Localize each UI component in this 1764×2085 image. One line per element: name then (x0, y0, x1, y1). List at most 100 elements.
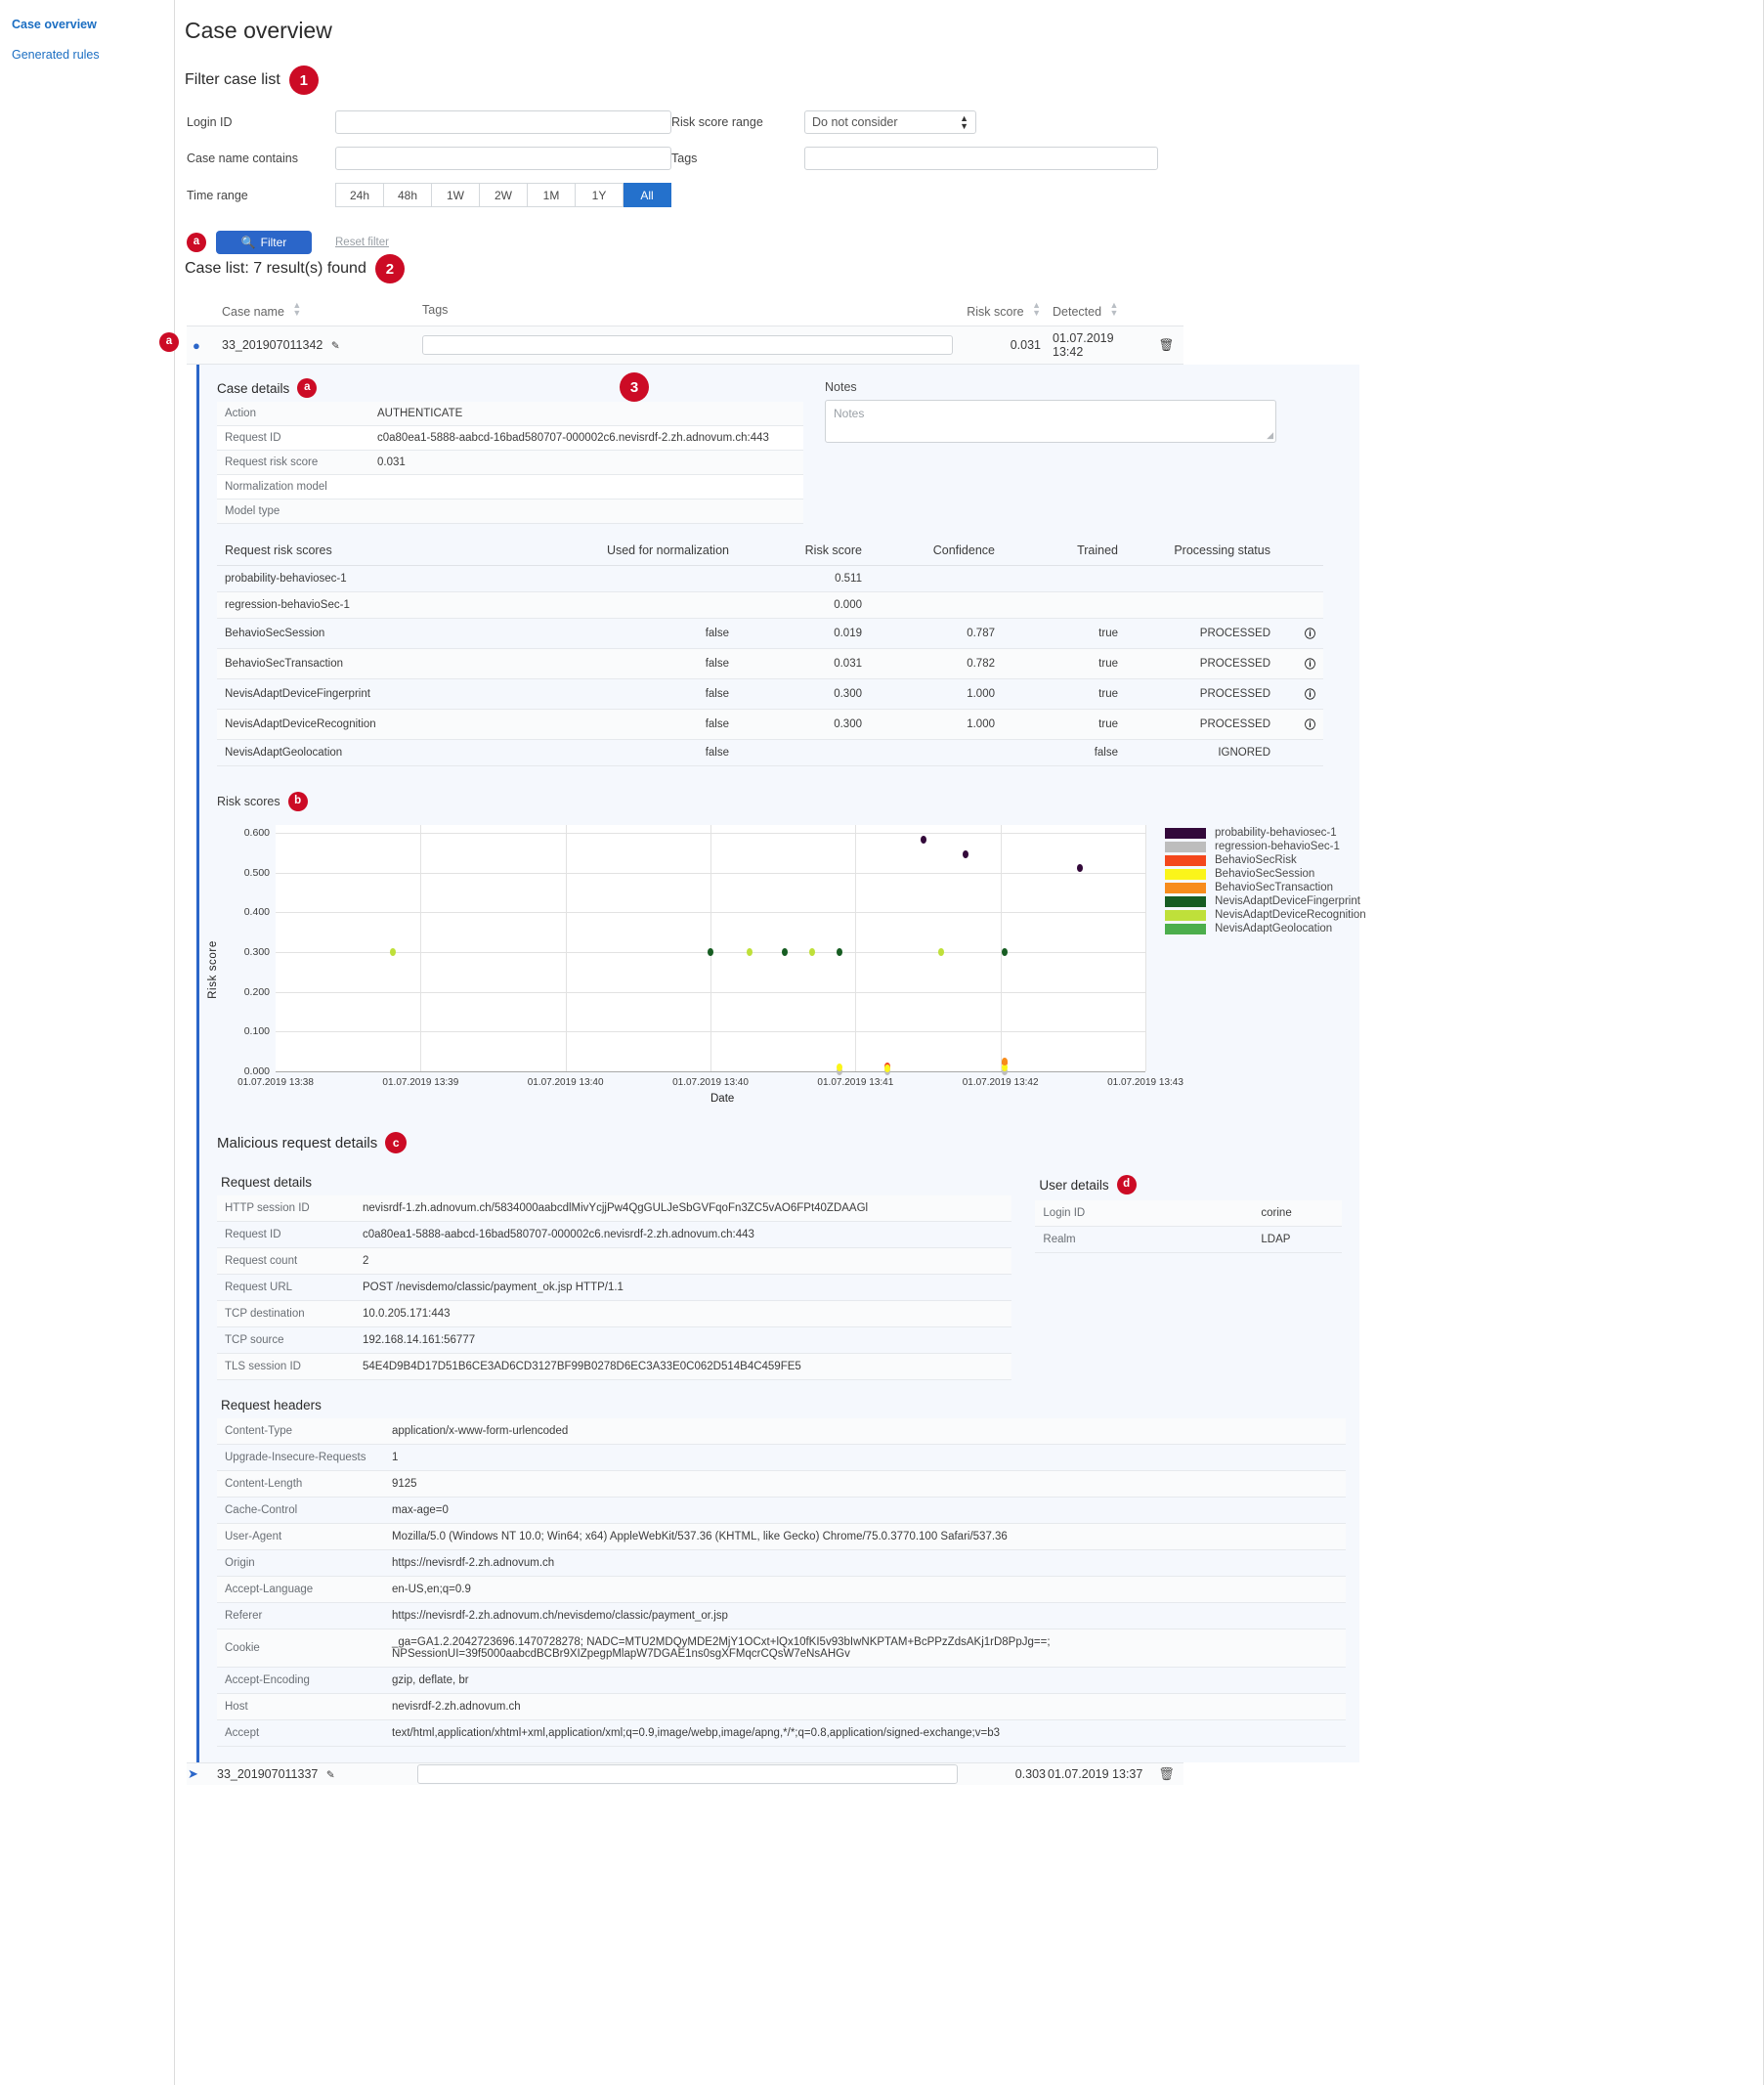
detail-key: TLS session ID (217, 1353, 355, 1380)
request-details-title: Request details (221, 1175, 313, 1190)
login-id-input[interactable] (335, 110, 671, 134)
edit-pencil-icon[interactable]: ✎ (326, 1769, 335, 1781)
legend-item[interactable]: NevisAdaptDeviceFingerprint (1165, 895, 1366, 907)
annotation-badge-3: 3 (620, 372, 649, 402)
case-detected: 01.07.2019 13:37 (1048, 1767, 1143, 1781)
detail-row: Accept-Language en-US,en;q=0.9 (217, 1576, 1346, 1603)
row-expander-cell[interactable]: a ● (159, 326, 216, 365)
row-expander-cell[interactable]: ➤ (187, 1763, 216, 1786)
filter-section-title: Filter case list 1 (185, 65, 1763, 95)
legend-swatch (1165, 841, 1206, 852)
detail-value: 2 (355, 1247, 1012, 1275)
detail-key: Model type (217, 499, 369, 524)
col-detected[interactable]: Detected ▲ ▼ (1047, 299, 1149, 326)
time-range-option-1m[interactable]: 1M (528, 183, 576, 207)
legend-item[interactable]: probability-behaviosec-1 (1165, 827, 1366, 839)
chart-point (937, 948, 944, 957)
case-name-text: 33_201907011342 (222, 338, 323, 352)
time-range-option-1w[interactable]: 1W (432, 183, 480, 207)
table-row[interactable]: ➤ 33_201907011337 ✎ 0.303 01.07.2019 13:… (187, 1762, 1183, 1786)
col-risk-score[interactable]: Risk score ▲ ▼ (959, 299, 1047, 326)
case-name-input[interactable] (335, 147, 671, 170)
detail-key: Accept-Language (217, 1576, 384, 1603)
edit-pencil-icon[interactable]: ✎ (331, 340, 340, 352)
legend-item[interactable]: BehavioSecTransaction (1165, 882, 1366, 893)
chart-point (1077, 864, 1084, 873)
resize-grip-icon[interactable]: ◢ (1267, 430, 1273, 441)
detail-key: Accept (217, 1719, 384, 1747)
user-details-table: Login ID corine Realm LDAP (1035, 1200, 1342, 1253)
chart-point (921, 836, 927, 845)
time-range-option-24h[interactable]: 24h (335, 183, 384, 207)
legend-item[interactable]: regression-behavioSec-1 (1165, 841, 1366, 852)
x-axis-tick: 01.07.2019 13:43 (1107, 1077, 1183, 1088)
malicious-title: Malicious request details c (217, 1132, 1342, 1153)
chart-plot-area: 0.000 0.100 0.200 0.300 0.400 0.500 0.600 01.07… (237, 825, 1183, 1088)
detail-value: gzip, deflate, br (384, 1667, 1346, 1694)
legend-item[interactable]: BehavioSecRisk (1165, 854, 1366, 866)
app-root: Case overview Generated rules Case overv… (0, 0, 1764, 2085)
tags-filter-input[interactable] (804, 147, 1158, 170)
info-icon[interactable]: ⓘ (1278, 709, 1323, 740)
notes-textarea[interactable]: Notes ◢ (825, 400, 1276, 443)
delete-case-icon[interactable]: 🗑 (1149, 1763, 1183, 1786)
info-icon[interactable]: ⓘ (1278, 648, 1323, 679)
chart-y-axis-label: Risk score (207, 940, 219, 999)
risk-score-range-select[interactable]: Do not consider ▲ ▼ (804, 110, 976, 134)
sort-icon[interactable]: ▲ ▼ (292, 301, 301, 318)
chevron-right-icon[interactable]: ➤ (188, 1766, 198, 1781)
sidebar-item-case-overview[interactable]: Case overview (12, 18, 174, 31)
detail-key: HTTP session ID (217, 1195, 355, 1222)
risk-col-4: Trained (1003, 540, 1126, 566)
y-axis-tick: 0.100 (243, 1025, 270, 1038)
request-risk-scores-table: Request risk scores Used for normalizatio… (217, 540, 1323, 766)
detail-value: 0.031 (369, 450, 803, 475)
chart-legend: probability-behaviosec-1 regression-behav… (1165, 827, 1366, 936)
case-tags-input[interactable] (417, 1764, 958, 1784)
legend-item[interactable]: NevisAdaptGeolocation (1165, 923, 1366, 934)
y-axis-tick: 0.000 (243, 1065, 270, 1077)
risk-cell-5: PROCESSED (1126, 678, 1278, 710)
filter-button[interactable]: 🔍 Filter (216, 231, 312, 254)
legend-item[interactable]: NevisAdaptDeviceRecognition (1165, 909, 1366, 921)
detail-value: 1 (384, 1444, 1346, 1471)
notes-placeholder: Notes (834, 407, 865, 420)
risk-cell-1: false (526, 678, 737, 710)
case-list-header-row: Case name ▲ ▼ Tags Risk score ▲ ▼ Detected… (187, 299, 1183, 326)
sidebar-item-generated-rules[interactable]: Generated rules (12, 48, 174, 62)
risk-scores-header-row: Request risk scores Used for normalizatio… (217, 540, 1323, 566)
gridline-v (855, 825, 857, 1071)
delete-case-icon[interactable]: 🗑 (1149, 326, 1183, 365)
reset-filter-link[interactable]: Reset filter (335, 237, 389, 248)
risk-cell-2: 0.300 (737, 678, 870, 710)
detail-row: Referer https://nevisrdf-2.zh.adnovum.ch/… (217, 1602, 1346, 1629)
time-range-option-all[interactable]: All (624, 183, 671, 207)
gridline-v (1000, 825, 1002, 1071)
detail-key: TCP source (217, 1326, 355, 1354)
info-icon[interactable]: ⓘ (1278, 618, 1323, 649)
case-details-table: Action AUTHENTICATE Request ID c0a80ea1-588… (217, 402, 803, 524)
login-id-label: Login ID (187, 115, 233, 129)
annotation-badge-a-row: a (159, 332, 179, 352)
col-case-name[interactable]: Case name ▲ ▼ (216, 299, 416, 326)
tags-filter-label: Tags (671, 152, 698, 165)
table-row[interactable]: a ● 33_201907011342 ✎ 0.031 01.07.2019 1… (159, 326, 1183, 365)
chart-point (781, 948, 788, 957)
chevron-down-icon[interactable]: ● (193, 338, 200, 353)
col-actions (1149, 299, 1183, 326)
sort-icon[interactable]: ▲ ▼ (1032, 301, 1041, 318)
page-title: Case overview (185, 18, 332, 43)
time-range-option-48h[interactable]: 48h (384, 183, 432, 207)
detail-row: HTTP session ID nevisrdf-1.zh.adnovum.ch/… (217, 1195, 1012, 1222)
time-range-option-2w[interactable]: 2W (480, 183, 528, 207)
legend-item[interactable]: BehavioSecSession (1165, 868, 1366, 880)
detail-key: Accept-Encoding (217, 1667, 384, 1694)
time-range-segmented-control[interactable]: 24h 48h 1W 2W 1M 1Y All (335, 183, 671, 207)
case-name-text: 33_201907011337 (217, 1767, 319, 1781)
time-range-option-1y[interactable]: 1Y (576, 183, 624, 207)
info-icon[interactable]: ⓘ (1278, 678, 1323, 710)
detail-value: c0a80ea1-5888-aabcd-16bad580707-000002c6… (369, 425, 803, 451)
case-risk-score: 0.031 (1010, 338, 1041, 352)
case-tags-input[interactable] (422, 335, 953, 355)
sort-icon[interactable]: ▲ ▼ (1110, 301, 1119, 318)
